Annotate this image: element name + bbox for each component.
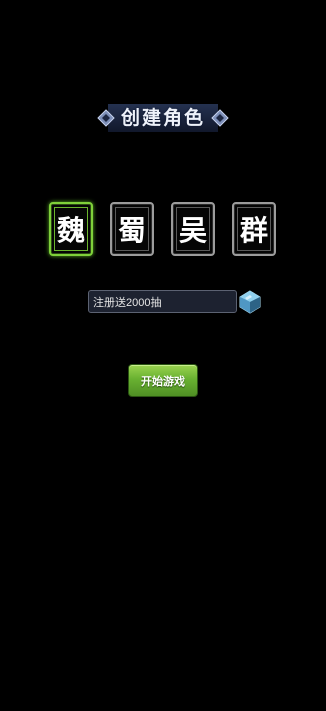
name-input[interactable] [88, 290, 237, 313]
faction-card-shu[interactable]: 蜀 [110, 202, 154, 256]
start-game-button[interactable]: 开始游戏 [128, 364, 198, 397]
faction-label: 吴 [178, 214, 207, 247]
faction-label: 蜀 [117, 214, 146, 247]
crystal-gem-icon[interactable] [238, 290, 262, 314]
page-title: 创建角色 [120, 107, 205, 129]
faction-label: 魏 [56, 214, 85, 247]
faction-label: 群 [239, 214, 268, 247]
faction-card-wei[interactable]: 魏 [49, 202, 93, 256]
faction-card-wu[interactable]: 吴 [171, 202, 215, 256]
faction-card-qun[interactable]: 群 [232, 202, 276, 256]
title-banner: 创建角色 [96, 101, 230, 135]
